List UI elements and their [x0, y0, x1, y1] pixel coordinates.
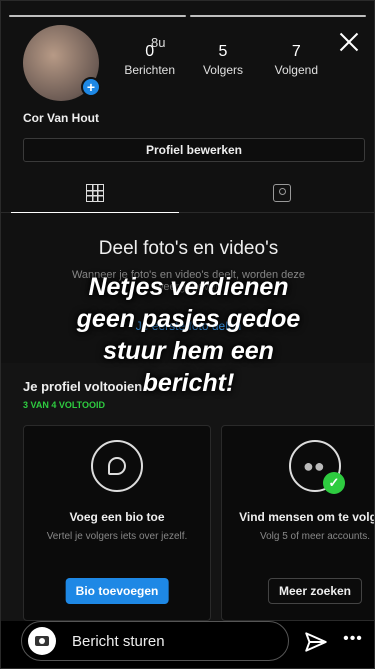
find-people-card-text: Volg 5 of meer accounts.: [259, 531, 371, 542]
story-progress: [9, 15, 366, 17]
bio-card-text: Vertel je volgers iets over jezelf.: [46, 531, 188, 542]
tab-tagged: [189, 173, 375, 212]
stat-posts: 0 Berichten: [113, 43, 186, 77]
stat-posts-label: Berichten: [124, 63, 176, 77]
overlay-line: bericht!: [142, 369, 235, 397]
tagged-icon: [273, 183, 292, 202]
more-options-icon[interactable]: •••: [343, 629, 363, 655]
stat-following: 7 Volgend: [260, 43, 333, 77]
empty-title: Deel foto's en video's: [98, 238, 279, 259]
edit-profile-button: Profiel bewerken: [23, 138, 365, 162]
find-people-card-title: Vind mensen om te volgen: [239, 510, 374, 524]
camera-icon[interactable]: [28, 627, 56, 655]
close-icon[interactable]: [336, 29, 362, 55]
overlay-line: Netjes verdienen: [88, 273, 289, 301]
complete-profile-count: 3 VAN 4 VOLTOOID: [23, 400, 106, 410]
chat-bubble-icon: [91, 440, 143, 492]
story-text-overlay: Netjes verdienen geen pasjes gedoe stuur…: [1, 271, 374, 399]
bio-card: Voeg een bio toe Vertel je volgers iets …: [23, 425, 211, 621]
story-progress-segment: [189, 15, 366, 17]
story-progress-segment: [9, 15, 186, 17]
people-icon: ●● ✓: [289, 440, 345, 494]
stat-followers-label: Volgers: [202, 63, 243, 77]
grid-icon: [85, 183, 104, 202]
reply-bar: Bericht sturen •••: [1, 621, 374, 668]
profile-tabs: [1, 173, 375, 213]
send-icon[interactable]: [303, 629, 329, 655]
add-story-icon: +: [81, 77, 101, 97]
stat-posts-count: 0: [145, 43, 155, 60]
overlay-line: stuur hem een: [103, 337, 274, 365]
tab-grid: [1, 173, 189, 213]
reply-placeholder: Bericht sturen: [72, 633, 165, 650]
find-people-card: ●● ✓ Vind mensen om te volgen Volg 5 of …: [221, 425, 374, 621]
stat-followers-count: 5: [218, 43, 228, 60]
complete-profile-section: Je profiel voltooien 3 VAN 4 VOLTOOID Vo…: [1, 363, 374, 623]
bio-card-title: Voeg een bio toe: [69, 510, 165, 524]
check-icon: ✓: [323, 472, 345, 494]
profile-screenshot: + 8u 0 Berichten 5 Volgers 7 Volgend Cor…: [1, 1, 375, 623]
overlay-line: geen pasjes gedoe: [76, 305, 301, 333]
profile-stats: 0 Berichten 5 Volgers 7 Volgend: [113, 43, 333, 77]
stat-following-label: Volgend: [274, 63, 319, 77]
stat-followers: 5 Volgers: [186, 43, 259, 77]
find-more-button: Meer zoeken: [267, 578, 363, 604]
reply-input[interactable]: Bericht sturen: [21, 621, 289, 661]
stat-following-count: 7: [291, 43, 301, 60]
add-bio-button: Bio toevoegen: [65, 578, 169, 604]
profile-name: Cor Van Hout: [23, 111, 100, 125]
story-viewer: + 8u 0 Berichten 5 Volgers 7 Volgend Cor…: [0, 0, 375, 669]
